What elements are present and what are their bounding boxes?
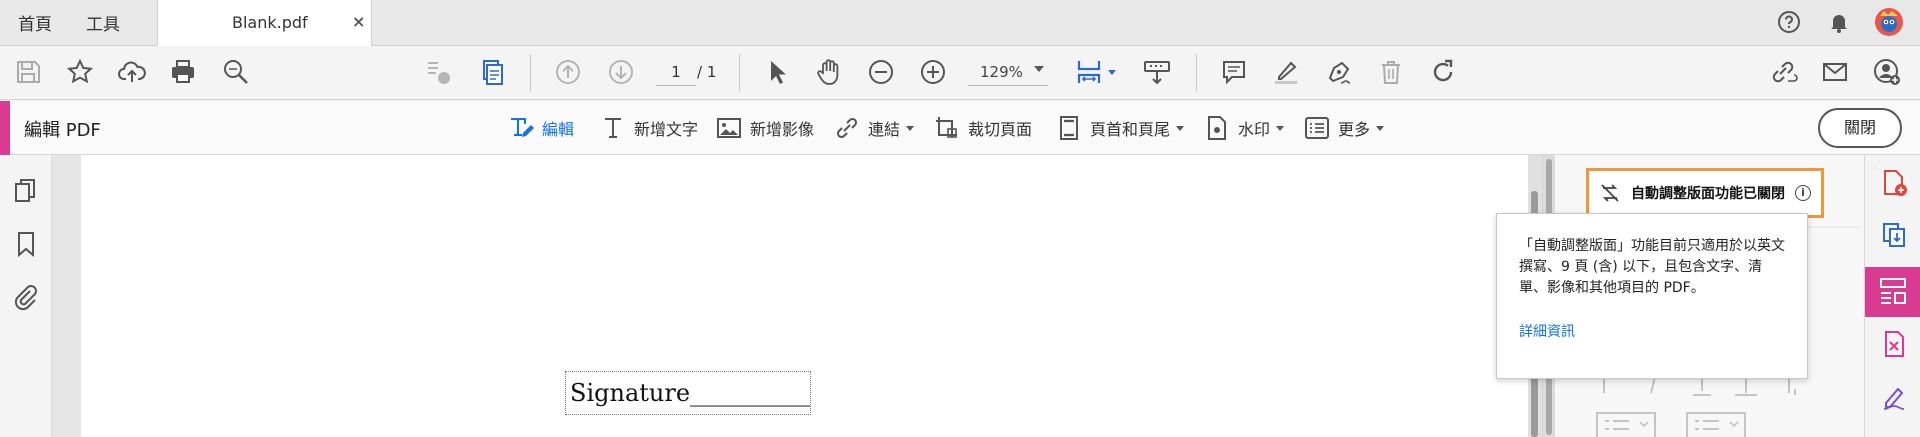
star-icon[interactable] — [65, 57, 95, 87]
document-properties-icon[interactable] — [477, 57, 507, 87]
organize-pages-icon[interactable] — [1880, 330, 1908, 358]
crop-pages-button[interactable]: 裁切頁面 — [934, 113, 1032, 143]
right-tools-strip — [1864, 155, 1920, 437]
document-canvas[interactable]: Signature__________ — [52, 155, 1528, 437]
watermark-button[interactable]: 水印 — [1204, 113, 1285, 143]
image-icon — [717, 118, 741, 138]
toolbar-divider — [530, 54, 531, 92]
left-navigation-pane — [0, 155, 52, 437]
reflow-status-box[interactable]: 自動調整版面功能已關閉 i — [1586, 168, 1824, 218]
edit-pdf-title: 編輯 PDF — [24, 120, 101, 141]
create-pdf-icon[interactable] — [1880, 169, 1908, 197]
notification-bell-icon[interactable] — [1827, 10, 1851, 34]
toolbar-divider — [1196, 54, 1197, 92]
redact-icon[interactable] — [423, 57, 453, 87]
page-number-input[interactable]: 1 — [656, 58, 696, 86]
delete-trash-icon[interactable] — [1376, 57, 1406, 87]
attachment-paperclip-icon[interactable] — [12, 283, 40, 311]
avatar[interactable] — [1874, 7, 1904, 37]
tab-document-label: Blank.pdf — [232, 13, 308, 32]
edit-pdf-icon — [1880, 278, 1906, 304]
tab-bar: 首頁 工具 Blank.pdf × — [0, 0, 1920, 46]
zoom-in-icon[interactable] — [918, 57, 948, 87]
sign-pen-icon[interactable] — [1324, 57, 1354, 87]
edit-accent-bar — [0, 101, 10, 155]
pdf-page[interactable]: Signature__________ — [81, 155, 1528, 437]
edit-pdf-tool-active[interactable] — [1865, 267, 1920, 317]
print-icon[interactable] — [168, 57, 198, 87]
header-footer-label: 頁首和頁尾 — [1090, 120, 1171, 139]
chevron-down-icon[interactable] — [1034, 66, 1044, 72]
more-list-icon — [1305, 117, 1329, 139]
reflow-tooltip: 「自動調整版面」功能目前只適用於以英文撰寫、9 頁 (含) 以下，且包含文字、清… — [1496, 213, 1808, 379]
header-footer-icon — [1060, 116, 1078, 140]
scroll-mode-icon[interactable] — [1142, 57, 1172, 87]
page-thumbnails-icon[interactable] — [12, 177, 40, 205]
more-chevron-down-icon[interactable] — [1376, 125, 1385, 131]
fit-page-icon[interactable] — [1074, 57, 1104, 87]
save-icon[interactable] — [13, 57, 43, 87]
header-footer-chevron-down-icon[interactable] — [1176, 125, 1185, 131]
tab-close-icon[interactable]: × — [352, 12, 365, 31]
watermark-label: 水印 — [1238, 120, 1271, 139]
add-image-button[interactable]: 新增影像 — [716, 113, 814, 143]
comment-icon[interactable] — [1219, 57, 1249, 87]
add-text-button[interactable]: 新增文字 — [600, 113, 698, 143]
close-edit-button[interactable]: 關閉 — [1818, 108, 1902, 148]
search-zoom-icon[interactable] — [221, 57, 251, 87]
header-footer-button[interactable]: 頁首和頁尾 — [1056, 113, 1185, 143]
zoom-out-icon[interactable] — [866, 57, 896, 87]
cloud-upload-icon[interactable] — [117, 57, 147, 87]
edit-pdf-toolbar: 編輯 PDF 編輯 新增文字 新增影像 連結 裁切頁面 頁首和頁尾 水印 更多 … — [0, 101, 1920, 155]
help-icon[interactable] — [1777, 10, 1801, 34]
signature-text-box[interactable]: Signature__________ — [565, 371, 811, 415]
rotate-redo-icon[interactable] — [1428, 57, 1458, 87]
hand-tool-icon[interactable] — [814, 57, 844, 87]
export-pdf-icon[interactable] — [1880, 221, 1908, 249]
zoom-level-select[interactable]: 129% — [968, 58, 1048, 86]
crop-pages-label: 裁切頁面 — [968, 120, 1033, 139]
more-button[interactable]: 更多 — [1304, 113, 1385, 143]
tab-tools[interactable]: 工具 — [86, 10, 120, 35]
tab-home[interactable]: 首頁 — [18, 10, 52, 35]
previous-page-icon[interactable] — [553, 57, 583, 87]
fit-chevron-down-icon[interactable] — [1108, 70, 1116, 75]
bookmark-icon[interactable] — [12, 230, 40, 258]
email-icon[interactable] — [1820, 57, 1850, 87]
crop-icon — [936, 117, 957, 138]
learn-more-link[interactable]: 詳細資訊 — [1519, 321, 1785, 341]
page-total: / 1 — [697, 63, 717, 81]
watermark-icon — [1208, 116, 1226, 140]
add-text-label: 新增文字 — [634, 120, 699, 139]
select-cursor-icon[interactable] — [762, 57, 792, 87]
next-page-icon[interactable] — [606, 57, 636, 87]
add-image-label: 新增影像 — [750, 120, 815, 139]
reflow-status-text: 自動調整版面功能已關閉 — [1631, 186, 1785, 202]
link-button[interactable]: 連結 — [834, 113, 915, 143]
edit-text-image-icon — [511, 118, 534, 137]
edit-tool-label: 編輯 — [542, 120, 575, 139]
text-t-icon — [605, 118, 621, 138]
watermark-chevron-down-icon[interactable] — [1276, 125, 1285, 131]
fill-sign-icon[interactable] — [1880, 383, 1908, 411]
edit-tool-button[interactable]: 編輯 — [508, 113, 574, 143]
toolbar-divider — [739, 54, 740, 92]
info-icon[interactable]: i — [1795, 185, 1811, 201]
share-link-icon[interactable] — [1768, 57, 1798, 87]
add-user-icon[interactable] — [1872, 57, 1902, 87]
main-toolbar: 1 / 1 129% — [0, 46, 1920, 100]
tab-document[interactable]: Blank.pdf × — [157, 0, 372, 46]
highlight-pen-icon[interactable] — [1271, 57, 1301, 87]
reflow-off-icon — [1601, 184, 1619, 202]
link-label: 連結 — [868, 120, 901, 139]
reflow-tooltip-text: 「自動調整版面」功能目前只適用於以英文撰寫、9 頁 (含) 以下，且包含文字、清… — [1519, 238, 1785, 296]
link-chevron-down-icon[interactable] — [906, 125, 915, 131]
link-icon — [836, 117, 858, 139]
more-label: 更多 — [1338, 120, 1371, 139]
